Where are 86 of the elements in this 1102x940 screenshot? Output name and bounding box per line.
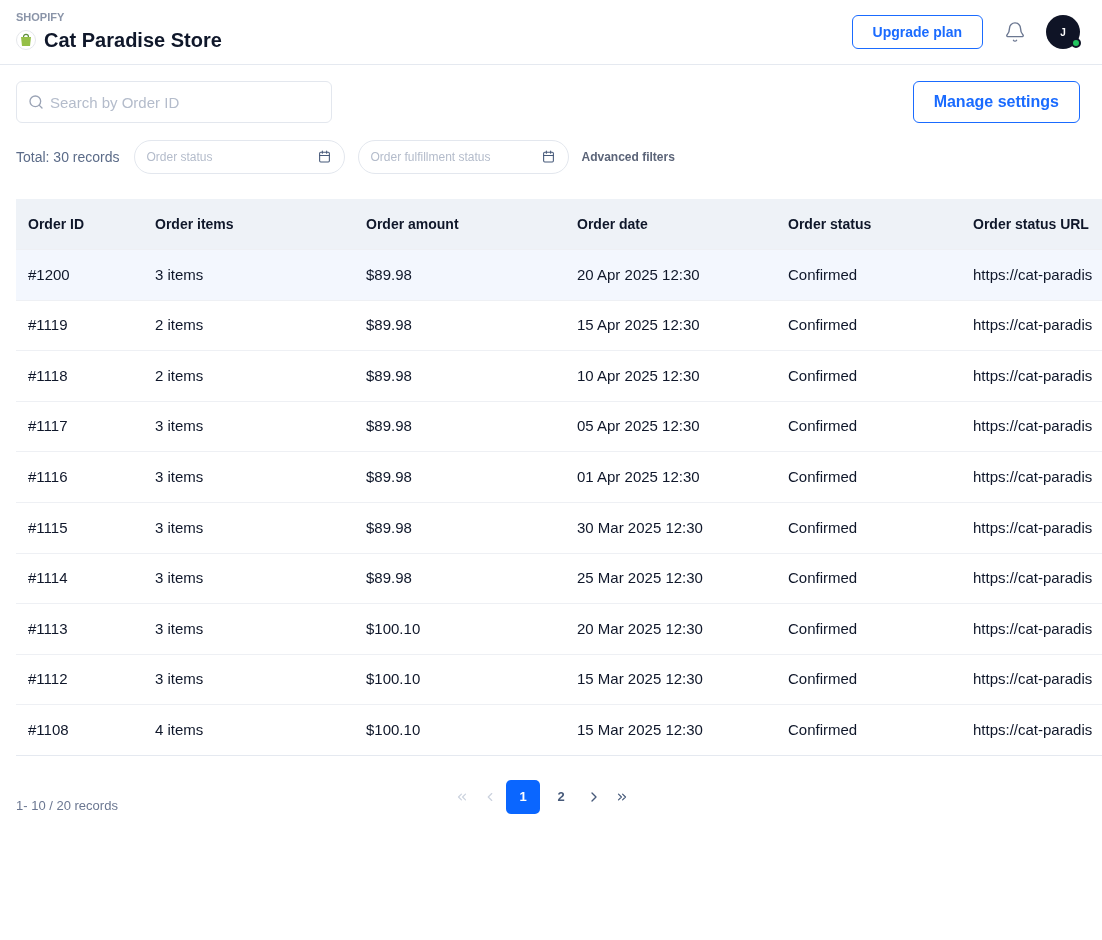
search-field[interactable]: Search by Order ID [16, 81, 332, 123]
fulfillment-status-filter[interactable]: Order fulfillment status [357, 140, 569, 174]
shopping-bag-icon [16, 30, 36, 50]
table-cell-text: https://cat-paradis [972, 416, 1094, 437]
table-cell-text: #1200 [27, 264, 71, 285]
table-cell-text: 3 items [154, 517, 205, 538]
table-cell-text: https://cat-paradis [972, 264, 1094, 285]
table-cell-text: Confirmed [787, 719, 859, 740]
table-cell-text: #1112 [27, 669, 69, 690]
table-cell-text: 20 Apr 2025 12:30 [576, 264, 701, 285]
table-cell-text: 15 Apr 2025 12:30 [576, 315, 701, 336]
notification-bell-icon[interactable] [1004, 21, 1026, 43]
avatar-initial: J [1060, 25, 1066, 40]
table-cell-text: https://cat-paradis [972, 568, 1094, 589]
table-cell-text: #1119 [27, 315, 69, 336]
table-cell-text: https://cat-paradis [972, 517, 1094, 538]
column-header: Order status URL [972, 214, 1090, 234]
table-cell-text: https://cat-paradis [972, 618, 1094, 639]
search-icon [28, 94, 44, 110]
advanced-filters-link[interactable]: Advanced filters [581, 148, 675, 166]
table-cell-text: $89.98 [365, 365, 413, 386]
column-header: Order amount [365, 214, 460, 234]
table-cell-text: $89.98 [365, 315, 413, 336]
table-cell-text: https://cat-paradis [972, 719, 1094, 740]
manage-settings-button[interactable]: Manage settings [912, 81, 1080, 123]
table-cell-text: https://cat-paradis [972, 365, 1094, 386]
table-cell-text: 01 Apr 2025 12:30 [576, 466, 701, 487]
table-cell-text: 3 items [154, 568, 205, 589]
calendar-icon [541, 150, 555, 163]
store-name: Cat Paradise Store [44, 27, 222, 53]
table-cell-text: Confirmed [787, 618, 859, 639]
table-cell-text: $89.98 [365, 466, 413, 487]
table-cell-text: https://cat-paradis [972, 315, 1094, 336]
table-cell-text: 3 items [154, 466, 205, 487]
total-records: Total: 30 records [16, 147, 120, 167]
table-cell-text: $89.98 [365, 568, 413, 589]
table-row[interactable]: #1200 3 items $89.98 20 Apr 2025 12:30 Confirmed https://cat-paradis [16, 249, 1102, 300]
table-cell-text: 30 Mar 2025 12:30 [576, 517, 704, 538]
platform-label: SHOPIFY [16, 11, 66, 23]
table-cell-text: 25 Mar 2025 12:30 [576, 568, 704, 589]
table-cell-text: Confirmed [787, 517, 859, 538]
table-cell-text: $100.10 [365, 669, 422, 690]
upgrade-plan-button[interactable]: Upgrade plan [851, 15, 983, 49]
table-cell-text: 15 Mar 2025 12:30 [576, 669, 704, 690]
records-summary: 1- 10 / 20 records [16, 796, 118, 815]
calendar-icon [317, 150, 331, 163]
page-button[interactable]: 1 [506, 779, 540, 814]
table-cell-text: 15 Mar 2025 12:30 [576, 719, 704, 740]
table-cell-text: Confirmed [787, 466, 859, 487]
table-cell-text: https://cat-paradis [972, 669, 1094, 690]
table-cell-text: #1108 [27, 719, 70, 740]
table-cell-text: #1114 [27, 568, 69, 589]
table-cell-text: Confirmed [787, 568, 859, 589]
table-cell-text: $89.98 [365, 416, 413, 437]
table-cell-text: $100.10 [365, 719, 422, 740]
table-cell-text: 4 items [154, 719, 205, 740]
table-cell-text: 3 items [154, 618, 205, 639]
column-header: Order status [787, 214, 873, 234]
table-cell-text: $100.10 [365, 618, 422, 639]
table-cell-text: Confirmed [787, 264, 859, 285]
table-cell-text: 05 Apr 2025 12:30 [576, 416, 701, 437]
table-cell-text: 20 Mar 2025 12:30 [576, 618, 704, 639]
table-cell-text: #1118 [27, 365, 69, 386]
table-cell-text: Confirmed [787, 416, 859, 437]
table-cell-text: https://cat-paradis [972, 466, 1094, 487]
order-status-filter[interactable]: Order status [133, 140, 345, 174]
table-cell-text: #1117 [27, 416, 69, 437]
table-cell-text: 3 items [154, 669, 205, 690]
column-header: Order items [154, 214, 235, 234]
table-cell-text: #1116 [27, 466, 69, 487]
table-cell-text: #1115 [27, 517, 69, 538]
table-cell-text: $89.98 [365, 517, 413, 538]
table-cell-text: 10 Apr 2025 12:30 [576, 365, 701, 386]
table-cell-text: $89.98 [365, 264, 413, 285]
table-cell-text: 2 items [154, 315, 205, 336]
table-cell-text: 3 items [154, 264, 205, 285]
page-button[interactable]: 2 [544, 779, 578, 814]
table-cell-text: Confirmed [787, 669, 859, 690]
column-header: Order date [576, 214, 649, 234]
table-cell-text: Confirmed [787, 315, 859, 336]
column-header: Order ID [27, 214, 85, 234]
user-avatar[interactable]: J [1046, 15, 1080, 49]
table-cell-text: #1113 [27, 618, 69, 639]
table-cell-text: Confirmed [787, 365, 859, 386]
table-cell-text: 2 items [154, 365, 205, 386]
table-cell-text: 3 items [154, 416, 205, 437]
